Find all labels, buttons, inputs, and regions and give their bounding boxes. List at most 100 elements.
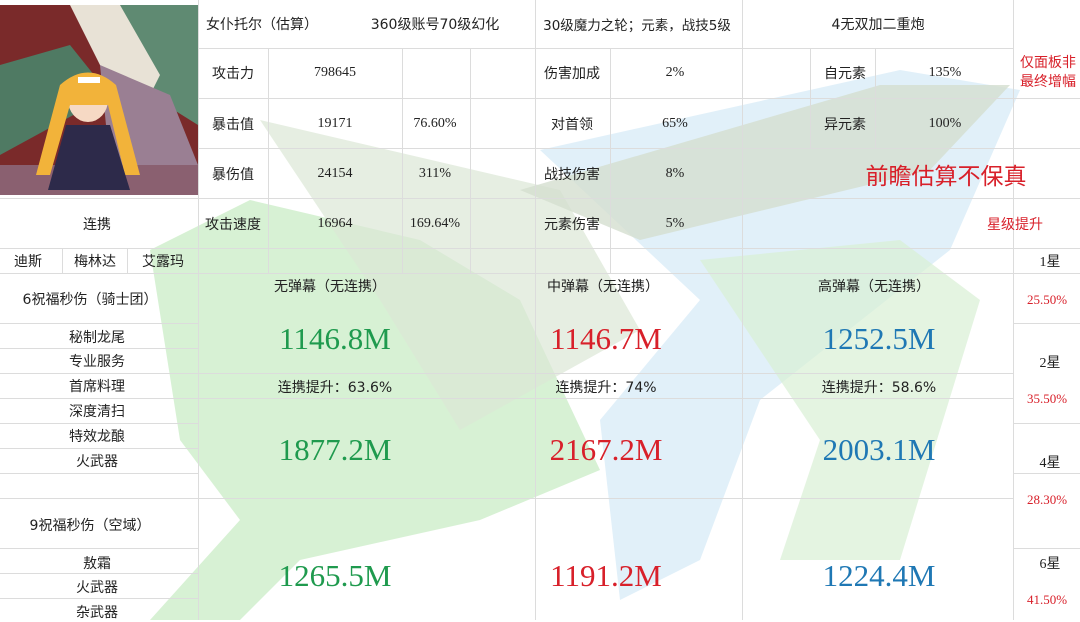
stat-value: 19171 bbox=[317, 116, 353, 131]
grid-line bbox=[0, 373, 1013, 374]
grid-line bbox=[742, 0, 743, 620]
link-member: 艾露玛 bbox=[142, 254, 184, 270]
element-value: 100% bbox=[928, 116, 962, 131]
star-label: 2星 bbox=[1039, 356, 1061, 371]
grid-line bbox=[1013, 323, 1080, 324]
grid-line bbox=[198, 0, 199, 620]
stat-value: 16964 bbox=[317, 216, 353, 231]
grid-line bbox=[0, 398, 1013, 399]
grid-line bbox=[0, 448, 198, 449]
link-member: 梅林达 bbox=[74, 254, 116, 270]
stat-value: 798645 bbox=[314, 65, 356, 80]
grid-line bbox=[0, 248, 1080, 249]
group2-item: 火武器 bbox=[76, 580, 118, 596]
grid-line bbox=[1013, 423, 1080, 424]
stat-pct: 76.60% bbox=[413, 116, 457, 131]
grid-line bbox=[470, 48, 471, 273]
wheel-info: 30级魔力之轮；元素，战技5级 bbox=[543, 18, 731, 34]
grid-line bbox=[198, 148, 1080, 149]
grid-line bbox=[198, 48, 1013, 49]
account-info: 360级账号70级幻化 bbox=[370, 17, 500, 33]
bonus-value: 2% bbox=[665, 65, 685, 80]
star-label: 6星 bbox=[1039, 557, 1061, 572]
damage-linked: 2167.2M bbox=[549, 432, 663, 467]
weapon-info: 4无双加二重炮 bbox=[831, 17, 925, 33]
group1-item: 专业服务 bbox=[69, 354, 125, 370]
panel-note: 仅面板非最终增幅 bbox=[1020, 55, 1076, 90]
column-header: 无弹幕（无连携） bbox=[274, 279, 386, 295]
group1-title: 6祝福秒伤（骑士团） bbox=[22, 292, 158, 308]
damage-base: 1146.8M bbox=[279, 321, 391, 356]
group1-item: 火武器 bbox=[76, 454, 118, 470]
grid-line bbox=[875, 48, 876, 148]
grid-line bbox=[0, 573, 198, 574]
link-boost: 连携提升：63.6% bbox=[277, 380, 393, 396]
bonus-label: 元素伤害 bbox=[544, 217, 600, 233]
group2-item: 敖霜 bbox=[83, 556, 111, 572]
element-label: 异元素 bbox=[824, 117, 866, 133]
grid-line bbox=[810, 48, 811, 148]
group2-item: 杂武器 bbox=[76, 605, 118, 621]
stat-label: 攻击速度 bbox=[205, 217, 261, 233]
grid-line bbox=[0, 498, 1013, 499]
bonus-label: 伤害加成 bbox=[544, 66, 600, 82]
damage-sky: 1224.4M bbox=[822, 558, 936, 593]
stat-pct: 169.64% bbox=[409, 216, 461, 231]
star-gain: 35.50% bbox=[1026, 391, 1068, 406]
bonus-label: 对首领 bbox=[551, 117, 593, 133]
grid-line bbox=[268, 48, 269, 273]
star-gain: 25.50% bbox=[1026, 292, 1068, 307]
disclaimer: 前瞻估算不保真 bbox=[865, 164, 1027, 190]
grid-line bbox=[0, 548, 198, 549]
grid-line bbox=[0, 273, 1080, 274]
column-header: 中弹幕（无连携） bbox=[547, 279, 659, 295]
group1-item: 首席料理 bbox=[69, 379, 125, 395]
stat-label: 暴击值 bbox=[212, 117, 254, 133]
grid-line bbox=[402, 48, 403, 273]
damage-linked: 2003.1M bbox=[822, 432, 936, 467]
column-header: 高弹幕（无连携） bbox=[818, 279, 930, 295]
bonus-value: 65% bbox=[662, 116, 688, 131]
damage-sky: 1265.5M bbox=[278, 558, 392, 593]
grid-line bbox=[0, 323, 198, 324]
bonus-value: 8% bbox=[665, 166, 685, 181]
grid-line bbox=[610, 48, 611, 273]
star-gain: 28.30% bbox=[1026, 492, 1068, 507]
link-member: 迪斯 bbox=[14, 254, 42, 270]
grid-line bbox=[0, 348, 198, 349]
grid-line bbox=[1013, 548, 1080, 549]
grid-line bbox=[198, 98, 1080, 99]
group1-item: 深度清扫 bbox=[69, 404, 125, 420]
element-value: 135% bbox=[928, 65, 962, 80]
element-label: 自元素 bbox=[824, 66, 866, 82]
group1-item: 秘制龙尾 bbox=[69, 330, 125, 346]
grid-line bbox=[0, 198, 1080, 199]
character-portrait bbox=[0, 5, 198, 195]
link-boost: 连携提升：58.6% bbox=[821, 380, 937, 396]
damage-linked: 1877.2M bbox=[278, 432, 392, 467]
grid-line bbox=[535, 0, 536, 620]
damage-base: 1146.7M bbox=[550, 321, 662, 356]
grid-line bbox=[127, 248, 128, 273]
stat-label: 暴伤值 bbox=[212, 167, 254, 183]
character-title: 女仆托尔（估算） bbox=[206, 17, 318, 33]
stat-pct: 311% bbox=[418, 166, 452, 181]
star-label: 1星 bbox=[1039, 255, 1061, 270]
star-title: 星级提升 bbox=[987, 217, 1043, 233]
stat-value: 24154 bbox=[317, 166, 353, 181]
grid-line bbox=[0, 473, 198, 474]
bonus-label: 战技伤害 bbox=[544, 167, 600, 183]
link-title: 连携 bbox=[83, 217, 111, 233]
stat-label: 攻击力 bbox=[212, 66, 254, 82]
star-label: 4星 bbox=[1039, 456, 1061, 471]
star-gain: 41.50% bbox=[1026, 592, 1068, 607]
grid-line bbox=[62, 248, 63, 273]
damage-base: 1252.5M bbox=[822, 321, 936, 356]
grid-line bbox=[1013, 0, 1014, 620]
group1-item: 特效龙酿 bbox=[69, 429, 125, 445]
bonus-value: 5% bbox=[665, 216, 685, 231]
damage-sky: 1191.2M bbox=[550, 558, 662, 593]
grid-line bbox=[1013, 473, 1080, 474]
link-boost: 连携提升：74% bbox=[555, 380, 657, 396]
grid-line bbox=[0, 598, 198, 599]
